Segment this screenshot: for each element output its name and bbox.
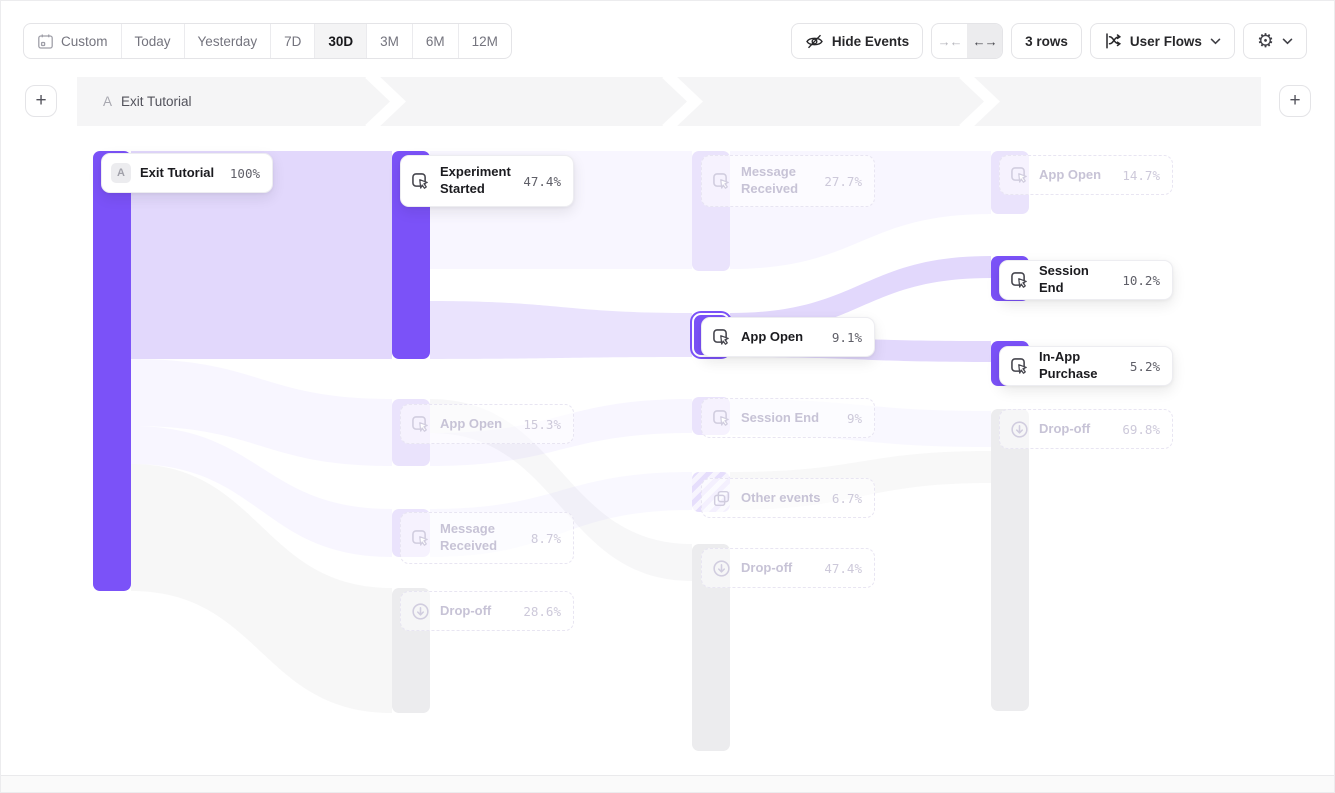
- node-label: Message Received: [741, 164, 815, 198]
- sankey-flows: [1, 1, 1335, 793]
- node-percent: 9%: [847, 411, 862, 426]
- node-percent: 6.7%: [832, 491, 862, 506]
- node-card-drop-off[interactable]: Drop-off 28.6%: [400, 591, 574, 631]
- event-icon: [410, 528, 431, 549]
- node-label: App Open: [1039, 167, 1113, 184]
- node-percent: 47.4%: [523, 174, 561, 189]
- node-card-exit-tutorial[interactable]: A Exit Tutorial 100%: [101, 153, 273, 193]
- node-label: Other events: [741, 490, 823, 507]
- other-events-icon: [711, 488, 732, 509]
- node-bar-drop-off-3[interactable]: [991, 409, 1029, 711]
- node-label: Session End: [1039, 263, 1113, 297]
- node-card-message-received[interactable]: Message Received 8.7%: [400, 512, 574, 564]
- node-card-drop-off-3[interactable]: Drop-off 69.8%: [999, 409, 1173, 449]
- node-card-drop-off-2[interactable]: Drop-off 47.4%: [701, 548, 875, 588]
- node-percent: 15.3%: [523, 417, 561, 432]
- event-icon: [410, 171, 431, 192]
- node-card-experiment-started[interactable]: Experiment Started 47.4%: [400, 155, 574, 207]
- event-icon: [711, 327, 732, 348]
- node-percent: 9.1%: [832, 330, 862, 345]
- event-icon: [1009, 270, 1030, 291]
- event-icon: [711, 171, 732, 192]
- node-card-other-events[interactable]: Other events 6.7%: [701, 478, 875, 518]
- node-percent: 14.7%: [1122, 168, 1160, 183]
- node-label: App Open: [440, 416, 514, 433]
- event-icon: [410, 414, 431, 435]
- node-card-session-end-2[interactable]: Session End 10.2%: [999, 260, 1173, 300]
- node-percent: 100%: [230, 166, 260, 181]
- node-card-message-received-2[interactable]: Message Received 27.7%: [701, 155, 875, 207]
- drop-off-icon: [1009, 419, 1030, 440]
- node-percent: 27.7%: [824, 174, 862, 189]
- user-flows-app: Custom Today Yesterday 7D 30D 3M 6M 12M …: [0, 0, 1335, 793]
- node-card-session-end[interactable]: Session End 9%: [701, 398, 875, 438]
- node-label: Exit Tutorial: [140, 165, 221, 182]
- node-percent: 47.4%: [824, 561, 862, 576]
- node-label: Drop-off: [1039, 421, 1113, 438]
- node-bar-exit-tutorial[interactable]: [93, 151, 131, 591]
- bottom-strip: [1, 775, 1334, 792]
- node-percent: 10.2%: [1122, 273, 1160, 288]
- node-percent: 69.8%: [1122, 422, 1160, 437]
- node-card-app-open-2[interactable]: App Open 9.1%: [701, 317, 875, 357]
- node-percent: 28.6%: [523, 604, 561, 619]
- node-percent: 5.2%: [1130, 359, 1160, 374]
- event-icon: [711, 408, 732, 429]
- event-icon: [1009, 356, 1030, 377]
- node-percent: 8.7%: [531, 531, 561, 546]
- node-card-app-open[interactable]: App Open 15.3%: [400, 404, 574, 444]
- event-icon: [1009, 165, 1030, 186]
- node-card-app-open-3[interactable]: App Open 14.7%: [999, 155, 1173, 195]
- node-label: Message Received: [440, 521, 522, 555]
- node-label: Drop-off: [440, 603, 514, 620]
- node-label: Experiment Started: [440, 164, 514, 198]
- node-label: Drop-off: [741, 560, 815, 577]
- node-card-in-app-purchase[interactable]: In-App Purchase 5.2%: [999, 346, 1173, 386]
- flow-experiment-started-app-open[interactable]: [430, 301, 692, 359]
- letter-badge: A: [111, 163, 131, 183]
- drop-off-icon: [711, 558, 732, 579]
- node-label: Session End: [741, 410, 838, 427]
- node-label: In-App Purchase: [1039, 349, 1121, 383]
- drop-off-icon: [410, 601, 431, 622]
- node-label: App Open: [741, 329, 823, 346]
